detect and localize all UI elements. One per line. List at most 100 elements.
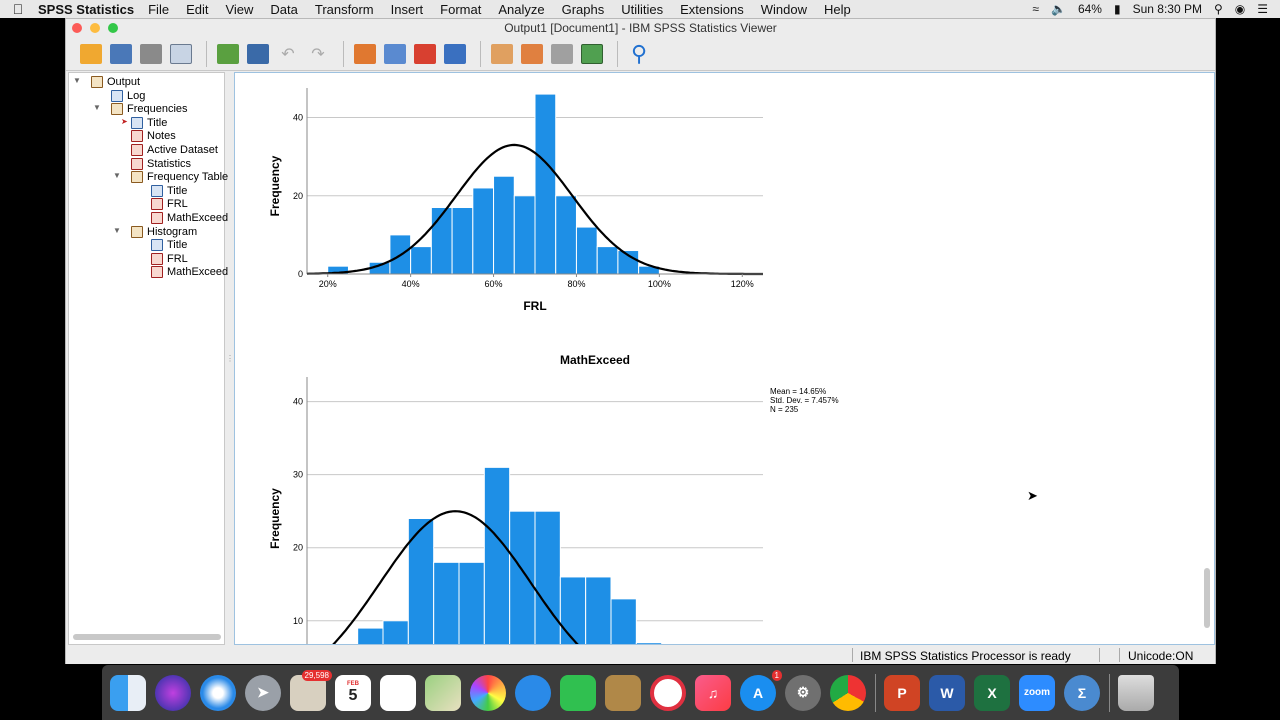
excel-icon[interactable]: X: [974, 674, 1010, 711]
histogram-charts: 0 20 40 Frequency 20% 40% 60% 80% 100% 120% FRL Ma…: [268, 88, 763, 645]
redo-button[interactable]: ↷: [305, 41, 331, 67]
tree-item-frequencies[interactable]: Frequencies: [111, 102, 188, 115]
clock[interactable]: Sun 8:30 PM: [1133, 2, 1202, 16]
print-button[interactable]: [138, 41, 164, 67]
contacts-icon[interactable]: [605, 674, 641, 711]
search-button[interactable]: ⚲: [626, 41, 652, 67]
menu-view[interactable]: View: [225, 2, 253, 17]
recall-dialog-button[interactable]: [245, 41, 271, 67]
spss-icon[interactable]: Σ: [1064, 674, 1100, 711]
tree-horizontal-scrollbar[interactable]: [73, 634, 221, 640]
photos-icon[interactable]: [470, 674, 506, 711]
print-preview-button[interactable]: [168, 41, 194, 67]
pane-splitter-grip-icon[interactable]: ⋮: [226, 354, 234, 363]
tree-item-ft-mathexceed[interactable]: MathExceed: [151, 211, 228, 224]
finder-icon[interactable]: [110, 674, 146, 711]
powerpoint-icon[interactable]: P: [884, 674, 920, 711]
tree-item-active-dataset[interactable]: Active Dataset: [131, 143, 218, 156]
collapse-arrow-icon[interactable]: ▼: [113, 171, 121, 180]
histogram-frl[interactable]: 0 20 40 Frequency 20% 40% 60% 80% 100% 120% FRL: [268, 88, 763, 313]
variables-button[interactable]: [442, 41, 468, 67]
goto-data-button[interactable]: [352, 41, 378, 67]
volume-icon[interactable]: 🔈: [1051, 2, 1066, 16]
macos-menubar:  SPSS Statistics File Edit View Data Tr…: [0, 0, 1280, 18]
collapse-arrow-icon[interactable]: ▼: [113, 226, 121, 235]
expand-button[interactable]: [579, 41, 605, 67]
siri-icon[interactable]: ◉: [1235, 2, 1245, 16]
tree-item-h-frl[interactable]: FRL: [151, 252, 188, 265]
tree-item-h-mathexceed[interactable]: MathExceed: [151, 265, 228, 278]
menu-data[interactable]: Data: [270, 2, 297, 17]
tree-item-log[interactable]: Log: [111, 89, 145, 102]
siri-icon[interactable]: [155, 674, 191, 711]
app-menu[interactable]: SPSS Statistics: [38, 2, 134, 17]
launchpad-icon[interactable]: ➤: [245, 674, 281, 711]
tree-item-output[interactable]: Output: [91, 75, 140, 88]
maps-icon[interactable]: [425, 674, 461, 711]
menu-window[interactable]: Window: [761, 2, 807, 17]
output-content-pane[interactable]: 0 20 40 Frequency 20% 40% 60% 80% 100% 120% FRL Ma…: [234, 72, 1215, 645]
menu-graphs[interactable]: Graphs: [562, 2, 605, 17]
notification-center-icon[interactable]: ☰: [1257, 2, 1268, 16]
system-preferences-icon[interactable]: ⚙: [785, 674, 821, 711]
collapse-button[interactable]: [549, 41, 575, 67]
mail-icon[interactable]: 29,598: [290, 669, 332, 711]
menu-analyze[interactable]: Analyze: [498, 2, 544, 17]
show-hide-button[interactable]: [489, 41, 515, 67]
collapse-arrow-icon[interactable]: ▼: [93, 103, 101, 112]
reminders-icon[interactable]: [380, 674, 416, 711]
tree-item-statistics[interactable]: Statistics: [131, 157, 191, 170]
tree-item-histogram[interactable]: Histogram: [131, 225, 197, 238]
dataset-icon: [131, 143, 143, 156]
zoom-icon[interactable]: zoom: [1019, 674, 1055, 711]
apple-menu-icon[interactable]: : [0, 1, 36, 17]
app-store-icon[interactable]: A1: [740, 669, 782, 711]
trash-icon[interactable]: [1118, 674, 1154, 711]
menu-insert[interactable]: Insert: [391, 2, 424, 17]
open-file-button[interactable]: [78, 41, 104, 67]
histogram-bar: [635, 642, 663, 644]
menu-transform[interactable]: Transform: [315, 2, 374, 17]
minimize-window-button[interactable]: [90, 23, 100, 33]
histogram-bar: [357, 627, 384, 644]
menu-utilities[interactable]: Utilities: [621, 2, 663, 17]
menu-help[interactable]: Help: [824, 2, 851, 17]
battery-percent[interactable]: 64%: [1078, 2, 1102, 16]
tree-item-notes[interactable]: Notes: [131, 129, 176, 142]
battery-icon[interactable]: ▮: [1114, 2, 1121, 16]
goto-case-button[interactable]: [382, 41, 408, 67]
menu-file[interactable]: File: [148, 2, 169, 17]
messages-icon[interactable]: [515, 674, 551, 711]
save-button[interactable]: [108, 41, 134, 67]
histogram-bar: [433, 561, 460, 644]
tree-item-frequency-table[interactable]: Frequency Table: [131, 170, 228, 183]
word-icon[interactable]: W: [929, 674, 965, 711]
spotlight-icon[interactable]: ⚲: [1214, 2, 1223, 16]
histogram-mathexceed[interactable]: MathExceed 10 20 30 40 Frequency: [268, 353, 763, 645]
menu-edit[interactable]: Edit: [186, 2, 208, 17]
collapse-arrow-icon[interactable]: ▼: [73, 76, 81, 85]
chrome-icon[interactable]: [830, 674, 866, 711]
plus-icon: [581, 43, 603, 64]
tree-item-title[interactable]: Title: [131, 116, 167, 129]
news-icon[interactable]: [650, 674, 686, 711]
music-icon[interactable]: ♫: [695, 674, 731, 711]
undo-button[interactable]: ↶: [275, 41, 301, 67]
export-button[interactable]: [215, 41, 241, 67]
wifi-icon[interactable]: ≈: [1032, 2, 1039, 16]
tree-item-ft-frl[interactable]: FRL: [151, 197, 188, 210]
zoom-window-button[interactable]: [108, 23, 118, 33]
facetime-icon[interactable]: [560, 674, 596, 711]
menu-extensions[interactable]: Extensions: [680, 2, 744, 17]
calendar-icon[interactable]: FEB 5: [335, 674, 371, 711]
printer-icon: [140, 43, 162, 64]
menu-format[interactable]: Format: [440, 2, 481, 17]
safari-icon[interactable]: [200, 674, 236, 711]
tree-item-ft-title[interactable]: Title: [151, 184, 187, 197]
insert-output-button[interactable]: [519, 41, 545, 67]
pencil-edit-icon: [491, 43, 513, 64]
content-vertical-scrollbar[interactable]: [1204, 568, 1210, 628]
close-window-button[interactable]: [72, 23, 82, 33]
goto-variable-button[interactable]: [412, 41, 438, 67]
tree-item-h-title[interactable]: Title: [151, 238, 187, 251]
